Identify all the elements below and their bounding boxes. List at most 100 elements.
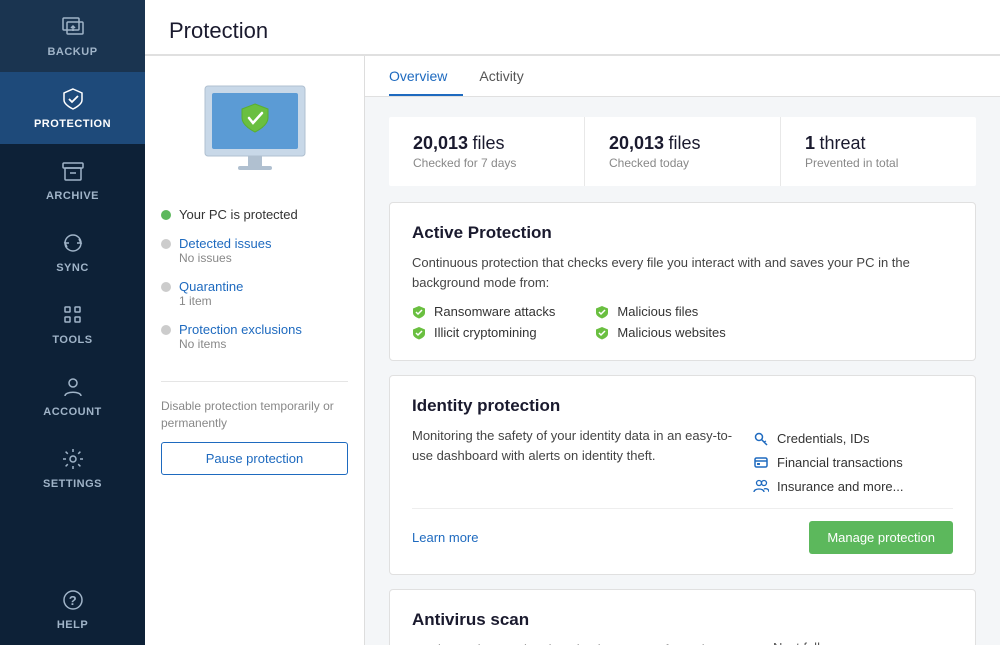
stat-number-value-0: 20,013 <box>413 133 468 153</box>
tabs-bar: Overview Activity <box>365 56 1000 97</box>
shield-green-icon-1 <box>412 305 426 319</box>
sidebar-item-settings[interactable]: SETTINGS <box>0 432 145 504</box>
antivirus-right: Next full scan: 9/22/23 at 6:00 PM <box>773 640 953 645</box>
active-protection-desc: Continuous protection that checks every … <box>412 253 953 292</box>
sidebar-item-backup[interactable]: BACKUP <box>0 0 145 72</box>
identity-feature-financial: Financial transactions <box>753 454 953 470</box>
feature-malicious-files-label: Malicious files <box>617 304 698 319</box>
sidebar-item-archive[interactable]: ARCHIVE <box>0 144 145 216</box>
financial-icon <box>753 454 769 470</box>
sidebar-item-tools[interactable]: TOOLS <box>0 288 145 360</box>
identity-right: Credentials, IDs Financial transactions <box>753 426 953 494</box>
identity-protection-title: Identity protection <box>412 396 953 416</box>
status-dot-quarantine <box>161 282 171 292</box>
page-header: Protection <box>145 0 1000 56</box>
active-protection-title: Active Protection <box>412 223 953 243</box>
feature-ransomware: Ransomware attacks <box>412 304 555 319</box>
content-area: 20,013 files Checked for 7 days 20,013 f… <box>365 97 1000 645</box>
features-right: Malicious files Malicious websites <box>595 304 725 340</box>
detected-issues-link[interactable]: Detected issues <box>179 236 272 251</box>
status-dot-exclusions <box>161 325 171 335</box>
identity-left: Monitoring the safety of your identity d… <box>412 426 733 494</box>
feature-malicious-websites-label: Malicious websites <box>617 325 725 340</box>
divider <box>161 381 348 382</box>
stat-number-2: 1 threat <box>805 133 952 154</box>
tab-activity[interactable]: Activity <box>479 56 539 96</box>
identity-feature-credentials-label: Credentials, IDs <box>777 431 869 446</box>
manage-protection-button[interactable]: Manage protection <box>809 521 953 554</box>
antivirus-scan-title: Antivirus scan <box>412 610 953 630</box>
status-detected-issues: Detected issues No issues <box>161 236 348 265</box>
next-scan-label: Next full scan: <box>773 640 953 645</box>
sidebar-item-sync-label: SYNC <box>56 262 89 274</box>
tools-icon <box>60 302 86 328</box>
active-protection-features: Ransomware attacks Illicit cryptomining <box>412 304 953 340</box>
quarantine-sub: 1 item <box>179 294 243 308</box>
help-icon: ? <box>60 587 86 613</box>
shield-green-icon-3 <box>595 305 609 319</box>
feature-ransomware-label: Ransomware attacks <box>434 304 555 319</box>
monitor-svg <box>190 76 320 186</box>
feature-malicious-files: Malicious files <box>595 304 725 319</box>
identity-protection-card: Identity protection Monitoring the safet… <box>389 375 976 575</box>
identity-card-actions: Learn more Manage protection <box>412 508 953 554</box>
sidebar-item-protection[interactable]: PROTECTION <box>0 72 145 144</box>
sync-icon <box>60 230 86 256</box>
tab-overview[interactable]: Overview <box>389 56 463 96</box>
shield-green-icon-4 <box>595 326 609 340</box>
features-left: Ransomware attacks Illicit cryptomining <box>412 304 555 340</box>
sidebar-item-settings-label: SETTINGS <box>43 478 102 490</box>
sidebar-item-account[interactable]: ACCOUNT <box>0 360 145 432</box>
learn-more-link[interactable]: Learn more <box>412 530 478 545</box>
stat-number-0: 20,013 files <box>413 133 560 154</box>
stat-unit-1: files <box>669 133 701 153</box>
antivirus-scan-desc: On-demand protection that checks your PC… <box>412 640 753 645</box>
stat-number-value-1: 20,013 <box>609 133 664 153</box>
sidebar-item-backup-label: BACKUP <box>47 46 97 58</box>
status-dot-detected <box>161 239 171 249</box>
main-area: Protection <box>145 0 1000 645</box>
shield-green-icon-2 <box>412 326 426 340</box>
sidebar-item-help[interactable]: ? HELP <box>0 573 145 645</box>
detected-issues-sub: No issues <box>179 251 272 265</box>
key-icon <box>753 430 769 446</box>
status-text-main: Your PC is protected <box>179 207 298 222</box>
exclusions-sub: No items <box>179 337 302 351</box>
stats-row: 20,013 files Checked for 7 days 20,013 f… <box>389 117 976 186</box>
feature-malicious-websites: Malicious websites <box>595 325 725 340</box>
sidebar-item-archive-label: ARCHIVE <box>46 190 99 202</box>
archive-icon <box>60 158 86 184</box>
panels-container: Your PC is protected Detected issues No … <box>145 56 1000 645</box>
backup-icon <box>60 14 86 40</box>
sidebar-item-account-label: ACCOUNT <box>43 406 102 418</box>
pause-protection-button[interactable]: Pause protection <box>161 442 348 475</box>
people-icon <box>753 478 769 494</box>
identity-feature-financial-label: Financial transactions <box>777 455 903 470</box>
pause-description: Disable protection temporarily or perman… <box>161 398 348 432</box>
stat-unit-2: threat <box>819 133 865 153</box>
feature-cryptomining-label: Illicit cryptomining <box>434 325 537 340</box>
antivirus-scan-card: Antivirus scan On-demand protection that… <box>389 589 976 645</box>
identity-feature-insurance-label: Insurance and more... <box>777 479 903 494</box>
right-content: Overview Activity 20,013 files Checked f… <box>365 56 1000 645</box>
identity-feature-insurance: Insurance and more... <box>753 478 953 494</box>
settings-icon <box>60 446 86 472</box>
sidebar-item-sync[interactable]: SYNC <box>0 216 145 288</box>
stat-checked-today: 20,013 files Checked today <box>585 117 781 186</box>
stat-sub-1: Checked today <box>609 156 756 170</box>
feature-cryptomining: Illicit cryptomining <box>412 325 555 340</box>
stat-checked-7-days: 20,013 files Checked for 7 days <box>389 117 585 186</box>
quarantine-link[interactable]: Quarantine <box>179 279 243 294</box>
svg-text:?: ? <box>68 593 76 608</box>
stat-unit-0: files <box>473 133 505 153</box>
stat-sub-2: Prevented in total <box>805 156 952 170</box>
status-dot-green <box>161 210 171 220</box>
sidebar-item-protection-label: PROTECTION <box>34 118 111 130</box>
antivirus-inner: On-demand protection that checks your PC… <box>412 640 953 645</box>
identity-protection-desc: Monitoring the safety of your identity d… <box>412 426 733 465</box>
exclusions-link[interactable]: Protection exclusions <box>179 322 302 337</box>
status-protected: Your PC is protected <box>161 207 348 222</box>
sidebar-item-help-label: HELP <box>57 619 88 631</box>
stat-sub-0: Checked for 7 days <box>413 156 560 170</box>
antivirus-left: On-demand protection that checks your PC… <box>412 640 753 645</box>
